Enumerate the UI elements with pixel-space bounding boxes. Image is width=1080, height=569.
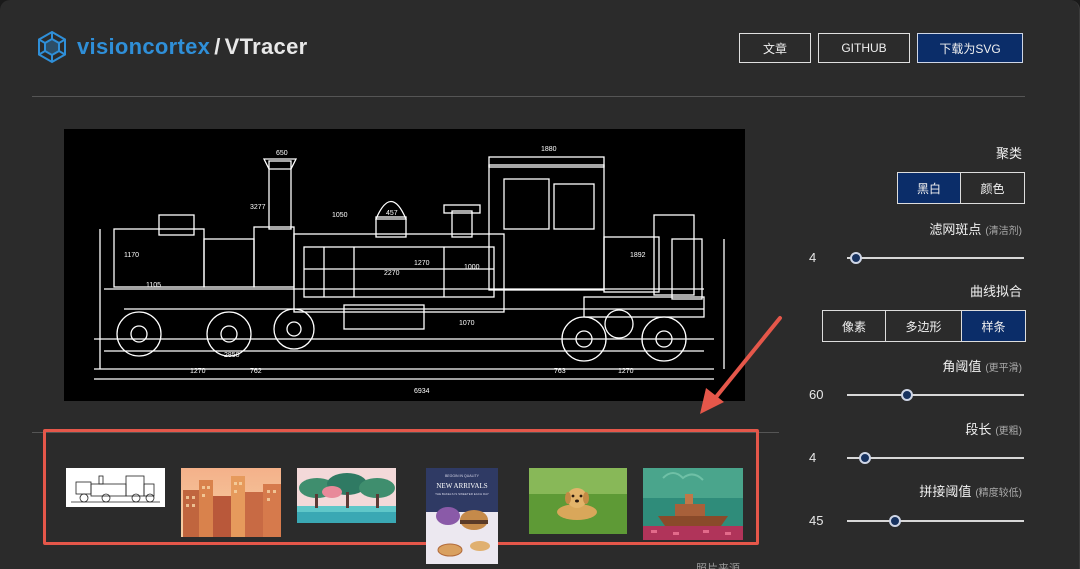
poster-subtitle: THE BAKELS IS SWEETER EACH DAY: [435, 492, 489, 496]
thumb-locomotive-drawing[interactable]: [66, 468, 165, 507]
filter-speckle-hint: (清洁剂): [985, 226, 1022, 237]
dim-label: 1170: [124, 252, 139, 259]
clustering-option-color[interactable]: 颜色: [961, 173, 1024, 203]
article-button[interactable]: 文章: [739, 33, 811, 63]
locomotive-thumb-image: [71, 475, 160, 503]
clustering-option-bw[interactable]: 黑白: [898, 173, 961, 203]
visioncortex-logo-icon: [38, 30, 66, 64]
corner-threshold-label-text: 角阈值: [942, 359, 982, 374]
curve-option-pixel[interactable]: 像素: [823, 311, 886, 341]
annotation-arrow-icon: [700, 316, 782, 414]
poster-image: BEGGIN IN QUALITY NEW ARRIVALS THE BAKEL…: [426, 468, 498, 564]
app-window: visioncortex/VTracer 文章 GITHUB 下载为SVG: [0, 0, 1080, 569]
thumb-new-arrivals-poster[interactable]: BEGGIN IN QUALITY NEW ARRIVALS THE BAKEL…: [426, 468, 498, 564]
filter-speckle-value: 4: [809, 250, 817, 265]
filter-speckle-label-text: 滤网斑点: [929, 222, 982, 237]
github-button[interactable]: GITHUB: [818, 33, 910, 63]
city-buildings-image: [181, 468, 281, 537]
curve-option-polygon[interactable]: 多边形: [886, 311, 962, 341]
ship-illustration-image: [643, 468, 743, 540]
slider-track: [847, 257, 1024, 259]
filter-speckle-slider[interactable]: [847, 252, 1024, 264]
clustering-label-text: 聚类: [995, 146, 1022, 161]
segment-length-label: 段长 (更粗): [965, 419, 1022, 438]
thumb-golden-retriever[interactable]: [529, 468, 627, 534]
dim-label: 2850: [224, 352, 240, 359]
filter-speckle-label: 滤网斑点 (清洁剂): [929, 219, 1022, 238]
curve-option-spline[interactable]: 样条: [962, 311, 1025, 341]
dim-label: 1892: [630, 252, 646, 259]
splice-threshold-slider[interactable]: [847, 515, 1024, 527]
segment-length-slider[interactable]: [847, 452, 1024, 464]
brand-separator: /: [214, 34, 221, 59]
dim-label: 1880: [541, 146, 557, 153]
slider-track: [847, 394, 1024, 396]
splice-threshold-value: 45: [809, 513, 824, 528]
splice-threshold-hint: (精度较低): [975, 488, 1022, 499]
brand-secondary: VTracer: [224, 34, 308, 59]
dim-label: 1105: [146, 282, 161, 289]
corner-threshold-value: 60: [809, 387, 824, 402]
photo-credit-link[interactable]: 照片来源: [696, 560, 740, 569]
slider-track: [847, 457, 1024, 459]
dim-label: 763: [554, 368, 566, 375]
trees-landscape-image: [297, 468, 396, 523]
thumb-city-buildings[interactable]: [181, 468, 281, 537]
corner-threshold-slider[interactable]: [847, 389, 1024, 401]
segment-length-hint: (更粗): [995, 426, 1022, 437]
logo[interactable]: visioncortex / VTracer: [35, 30, 307, 64]
locomotive-drawing: 1880 1270 650 3277 1050 457 2270 1000 10…: [94, 146, 725, 395]
curve-fitting-label: 曲线拟合: [970, 281, 1022, 300]
dim-label: 1050: [332, 212, 348, 219]
segment-length-label-text: 段长: [965, 422, 992, 437]
poster-title: NEW ARRIVALS: [436, 482, 487, 490]
corner-threshold-label: 角阈值 (更平滑): [942, 356, 1022, 375]
dim-label: 2270: [384, 270, 400, 277]
download-svg-button[interactable]: 下载为SVG: [917, 33, 1023, 63]
thumb-trees-landscape[interactable]: [297, 468, 396, 523]
clustering-label: 聚类: [996, 143, 1022, 162]
dim-label: 1270: [618, 368, 634, 375]
header-divider: [32, 96, 1025, 97]
dim-label: 6934: [414, 388, 430, 395]
dim-label: 1070: [459, 320, 475, 327]
splice-threshold-label: 拼接阈值 (精度较低): [919, 481, 1022, 500]
golden-retriever-image: [529, 468, 627, 534]
clustering-toggle: 黑白 颜色: [897, 172, 1025, 204]
dim-label: 1000: [464, 264, 480, 271]
dim-label: 650: [276, 150, 288, 157]
dim-label: 457: [386, 210, 398, 217]
dim-label: 1270: [190, 368, 206, 375]
poster-kicker: BEGGIN IN QUALITY: [445, 474, 480, 478]
curve-fitting-toggle: 像素 多边形 样条: [822, 310, 1026, 342]
corner-threshold-hint: (更平滑): [985, 363, 1022, 374]
slider-handle[interactable]: [858, 452, 871, 464]
dim-label: 762: [250, 368, 262, 375]
slider-handle[interactable]: [849, 252, 862, 264]
segment-length-value: 4: [809, 450, 817, 465]
thumb-ship-illustration[interactable]: [643, 468, 743, 540]
slider-handle[interactable]: [888, 515, 901, 527]
splice-threshold-label-text: 拼接阈值: [919, 484, 972, 499]
vector-preview-canvas[interactable]: 1880 1270 650 3277 1050 457 2270 1000 10…: [64, 129, 745, 401]
brand-primary: visioncortex: [77, 34, 211, 59]
brand-title: visioncortex / VTracer: [77, 34, 307, 60]
dim-label: 1270: [414, 260, 430, 267]
header-buttons: 文章 GITHUB 下载为SVG: [739, 33, 1023, 63]
slider-handle[interactable]: [901, 389, 914, 401]
dim-label: 3277: [250, 204, 266, 211]
slider-track: [847, 520, 1024, 522]
curve-fitting-label-text: 曲线拟合: [969, 284, 1022, 299]
